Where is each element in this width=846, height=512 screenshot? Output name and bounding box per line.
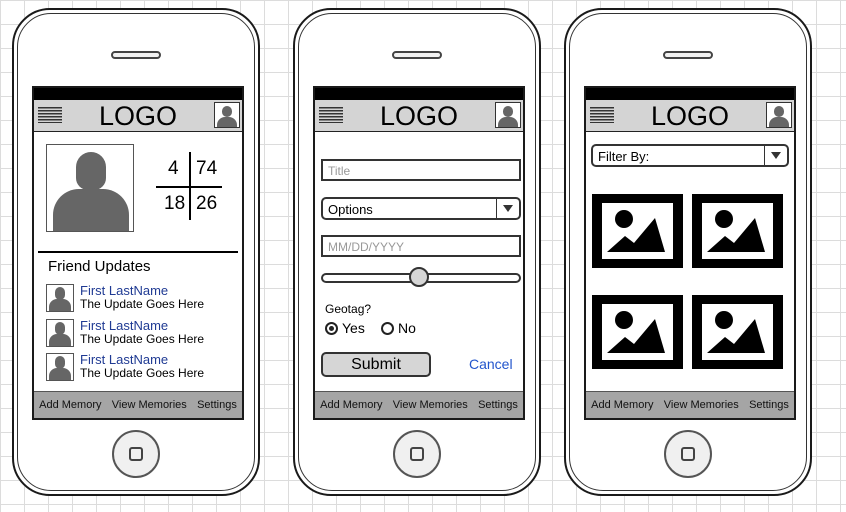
screen-gallery: LOGO Filter By: Add Memory View Memories… <box>584 86 796 420</box>
user-profile-icon[interactable] <box>214 102 240 128</box>
home-button[interactable] <box>393 430 441 478</box>
gallery-image-thumbnail[interactable] <box>592 194 683 268</box>
tab-view-memories[interactable]: View Memories <box>664 399 739 411</box>
home-button[interactable] <box>664 430 712 478</box>
submit-button[interactable]: Submit <box>321 352 431 377</box>
radio-yes-label: Yes <box>342 320 365 336</box>
logo: LOGO <box>379 101 459 131</box>
avatar <box>46 284 74 312</box>
speaker <box>663 51 713 59</box>
stat-top-left: 4 <box>168 158 179 179</box>
speaker <box>392 51 442 59</box>
image-icon <box>702 304 773 360</box>
home-button[interactable] <box>112 430 160 478</box>
phone-profile: LOGO 4 74 18 26 Friend Updates First Las… <box>12 8 260 496</box>
tab-bar: Add Memory View Memories Settings <box>34 391 242 418</box>
app-header: LOGO <box>315 100 523 132</box>
logo: LOGO <box>650 101 730 131</box>
tab-add-memory[interactable]: Add Memory <box>591 399 653 411</box>
friend-name-link[interactable]: First LastName <box>80 352 168 367</box>
friend-update-item[interactable]: First LastName The Update Goes Here <box>46 352 241 382</box>
app-header: LOGO <box>586 100 794 132</box>
friend-update-item[interactable]: First LastName The Update Goes Here <box>46 318 241 348</box>
divider <box>38 251 238 253</box>
gallery-image-thumbnail[interactable] <box>692 295 783 369</box>
user-profile-icon[interactable] <box>766 102 792 128</box>
tab-add-memory[interactable]: Add Memory <box>320 399 382 411</box>
stats-grid: 4 74 18 26 <box>156 152 222 220</box>
cancel-link[interactable]: Cancel <box>469 356 513 372</box>
radio-no[interactable] <box>381 322 394 335</box>
chevron-down-icon <box>496 199 519 218</box>
friend-updates-title: Friend Updates <box>48 258 151 275</box>
radio-no-label: No <box>398 320 416 336</box>
friend-update-text: The Update Goes Here <box>80 366 205 380</box>
tab-add-memory[interactable]: Add Memory <box>39 399 101 411</box>
app-header: LOGO <box>34 100 242 132</box>
status-bar <box>34 88 242 100</box>
image-icon <box>602 203 673 259</box>
options-select[interactable]: Options <box>321 197 521 220</box>
title-input[interactable]: Title <box>321 159 521 181</box>
filter-select-label: Filter By: <box>598 149 650 164</box>
profile-photo[interactable] <box>46 144 134 232</box>
stat-bottom-left: 18 <box>164 193 186 214</box>
friend-update-text: The Update Goes Here <box>80 297 205 311</box>
screen-add-memory: LOGO Title Options MM/DD/YYYY Geotag? Ye… <box>313 86 525 420</box>
tab-settings[interactable]: Settings <box>197 399 237 411</box>
screen-profile: LOGO 4 74 18 26 Friend Updates First Las… <box>32 86 244 420</box>
tab-view-memories[interactable]: View Memories <box>112 399 187 411</box>
tab-bar: Add Memory View Memories Settings <box>586 391 794 418</box>
radio-yes[interactable] <box>325 322 338 335</box>
tab-settings[interactable]: Settings <box>478 399 518 411</box>
friend-update-item[interactable]: First LastName The Update Goes Here <box>46 283 241 313</box>
user-profile-icon[interactable] <box>495 102 521 128</box>
geotag-label: Geotag? <box>325 302 372 316</box>
friend-name-link[interactable]: First LastName <box>80 318 168 333</box>
stat-top-right: 74 <box>196 158 218 179</box>
image-icon <box>602 304 673 360</box>
tab-settings[interactable]: Settings <box>749 399 789 411</box>
tab-bar: Add Memory View Memories Settings <box>315 391 523 418</box>
gallery-image-thumbnail[interactable] <box>692 194 783 268</box>
phone-gallery: LOGO Filter By: Add Memory View Memories… <box>564 8 812 496</box>
chevron-down-icon <box>764 146 787 165</box>
stat-bottom-right: 26 <box>196 193 218 214</box>
options-select-value: Options <box>328 202 373 217</box>
speaker <box>111 51 161 59</box>
tab-view-memories[interactable]: View Memories <box>393 399 468 411</box>
friend-name-link[interactable]: First LastName <box>80 283 168 298</box>
status-bar <box>315 88 523 100</box>
friend-update-text: The Update Goes Here <box>80 332 205 346</box>
phone-add-memory: LOGO Title Options MM/DD/YYYY Geotag? Ye… <box>293 8 541 496</box>
filter-select[interactable]: Filter By: <box>591 144 789 167</box>
image-icon <box>702 203 773 259</box>
status-bar <box>586 88 794 100</box>
gallery-image-thumbnail[interactable] <box>592 295 683 369</box>
slider-thumb[interactable] <box>409 267 429 287</box>
avatar <box>46 319 74 347</box>
date-input[interactable]: MM/DD/YYYY <box>321 235 521 257</box>
avatar <box>46 353 74 381</box>
logo: LOGO <box>98 101 178 131</box>
